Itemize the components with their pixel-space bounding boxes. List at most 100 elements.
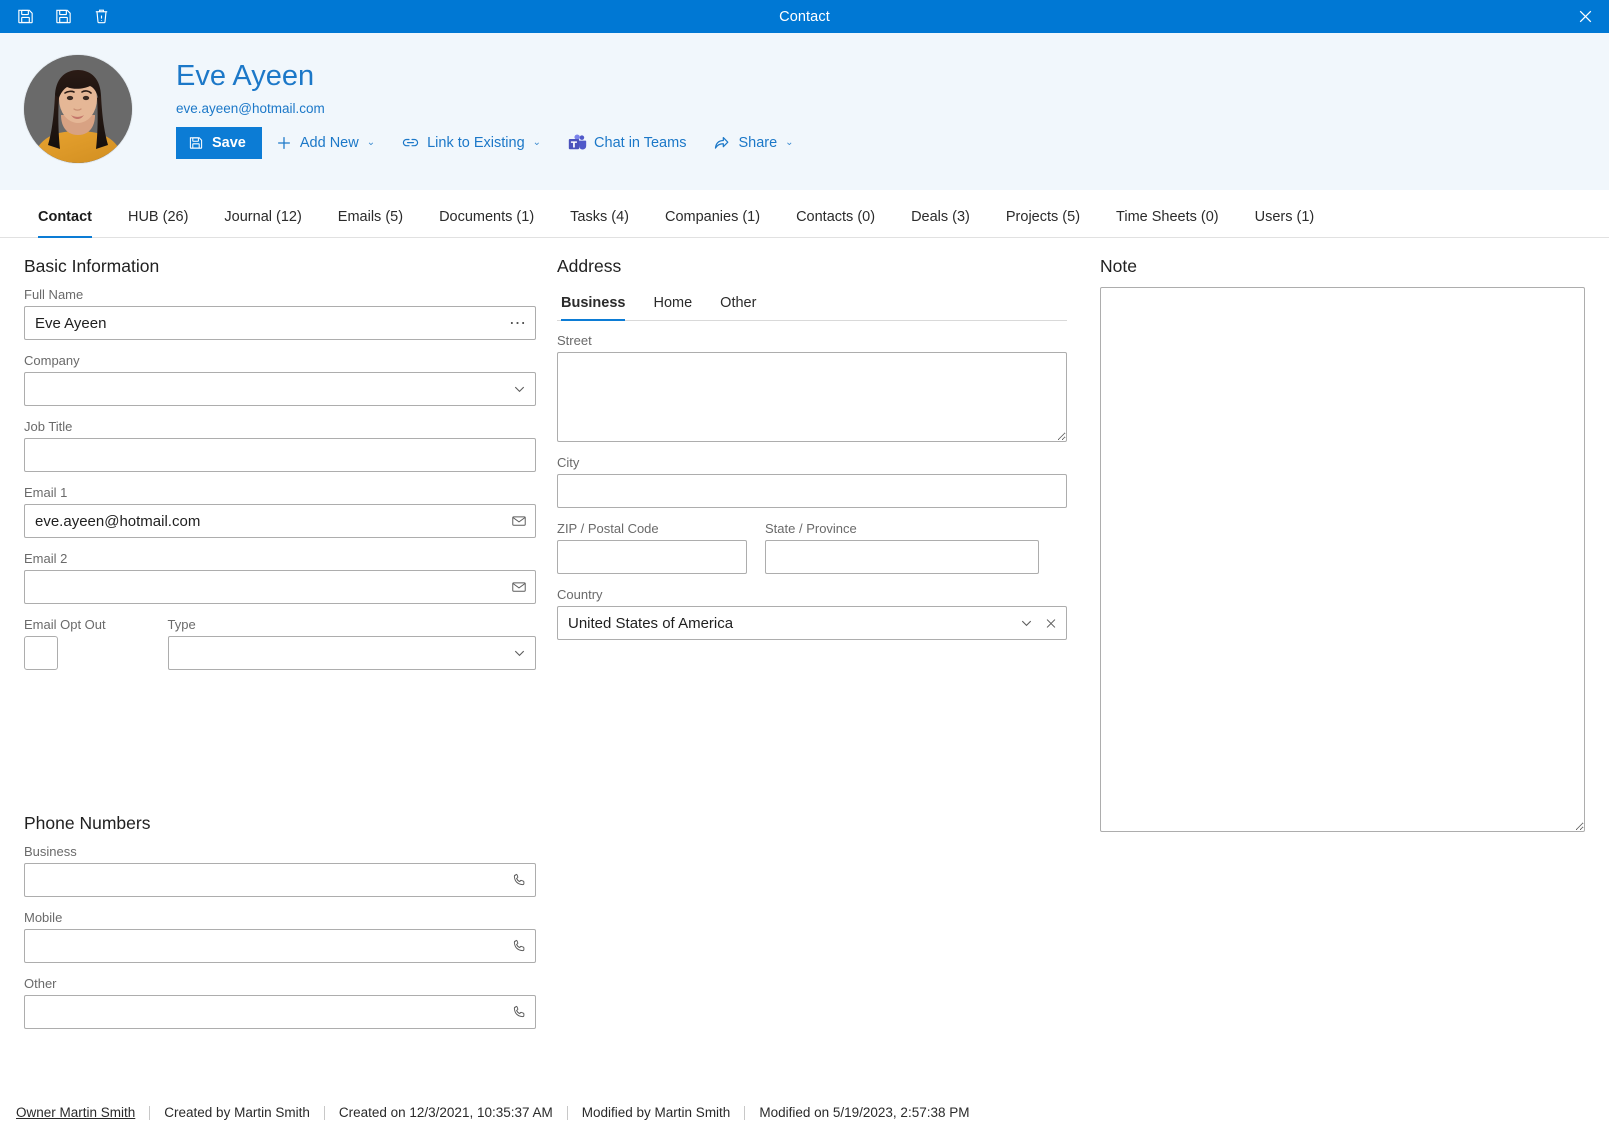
job-title-input[interactable] (24, 438, 536, 472)
add-new-label: Add New (299, 134, 359, 151)
zip-state-row: ZIP / Postal Code State / Province (557, 521, 1067, 587)
phone-numbers-section: Phone Numbers Business Mobile Other (24, 813, 536, 1042)
street-textarea[interactable] (557, 352, 1067, 442)
zip-label: ZIP / Postal Code (557, 521, 659, 536)
chat-in-teams-label: Chat in Teams (594, 134, 687, 151)
phone-business-label: Business (24, 844, 77, 859)
save-button[interactable]: Save (176, 126, 262, 159)
created-by-text: Created by Martin Smith (150, 1106, 325, 1120)
phone-other-label: Other (24, 976, 57, 991)
share-button[interactable]: Share ⌄ (699, 127, 806, 159)
phone-icon[interactable] (511, 1004, 527, 1020)
address-section: Address Business Home Other Street City … (557, 256, 1067, 832)
basic-information-title: Basic Information (24, 256, 160, 276)
tab-journal[interactable]: Journal (12) (206, 209, 319, 237)
tab-emails[interactable]: Emails (5) (320, 209, 421, 237)
tab-tasks[interactable]: Tasks (4) (552, 209, 647, 237)
full-name-more-options-icon[interactable]: ⋯ (509, 315, 527, 332)
tab-contact[interactable]: Contact (20, 209, 110, 238)
chevron-down-icon[interactable] (512, 382, 527, 397)
tab-deals[interactable]: Deals (3) (893, 209, 988, 237)
street-label: Street (557, 333, 592, 348)
mail-icon[interactable] (511, 579, 527, 595)
type-input[interactable] (167, 636, 536, 670)
save-button-label: Save (212, 134, 246, 151)
chevron-down-icon[interactable] (1019, 616, 1034, 631)
tab-hub[interactable]: HUB (26) (110, 209, 206, 237)
email1-field: Email 1 (24, 485, 536, 538)
delete-icon[interactable] (88, 4, 114, 30)
email-opt-out-checkbox[interactable] (24, 636, 58, 670)
street-field: Street (557, 333, 1067, 442)
save-icon[interactable] (50, 4, 76, 30)
note-textarea[interactable] (1100, 287, 1585, 832)
record-tabs: Contact HUB (26) Journal (12) Emails (5)… (0, 190, 1609, 238)
country-adornments (1019, 616, 1058, 631)
header-main: Eve Ayeen eve.ayeen@hotmail.com Save Add… (176, 55, 807, 159)
add-new-button[interactable]: Add New ⌄ (262, 127, 388, 159)
city-input[interactable] (557, 474, 1067, 508)
address-tab-other[interactable]: Other (706, 295, 770, 320)
email2-label: Email 2 (24, 551, 68, 566)
tab-companies[interactable]: Companies (1) (647, 209, 778, 237)
company-input[interactable] (24, 372, 536, 406)
email2-input[interactable] (24, 570, 536, 604)
country-label: Country (557, 587, 603, 602)
email1-label: Email 1 (24, 485, 68, 500)
email-opt-out-field: Email Opt Out (24, 617, 140, 670)
close-icon[interactable] (1561, 0, 1609, 33)
share-label: Share (738, 134, 778, 151)
teams-icon (567, 133, 587, 153)
clear-icon[interactable] (1044, 616, 1058, 630)
chat-in-teams-button[interactable]: Chat in Teams (554, 127, 699, 159)
tab-projects[interactable]: Projects (5) (988, 209, 1098, 237)
created-on-text: Created on 12/3/2021, 10:35:37 AM (325, 1106, 568, 1120)
owner-link[interactable]: Owner Martin Smith (16, 1106, 151, 1120)
city-label: City (557, 455, 580, 470)
address-tab-business[interactable]: Business (557, 295, 639, 321)
tab-documents[interactable]: Documents (1) (421, 209, 552, 237)
note-title: Note (1100, 256, 1137, 276)
link-to-existing-label: Link to Existing (427, 134, 525, 151)
contact-header: Eve Ayeen eve.ayeen@hotmail.com Save Add… (0, 33, 1609, 190)
email-opt-out-row: Email Opt Out Type (24, 617, 536, 670)
record-status-bar: Owner Martin Smith Created by Martin Smi… (0, 1094, 1609, 1132)
phone-other-input[interactable] (24, 995, 536, 1029)
email2-field: Email 2 (24, 551, 536, 604)
phone-mobile-field: Mobile (24, 910, 536, 963)
save-and-new-icon[interactable] (12, 4, 38, 30)
full-name-label: Full Name (24, 287, 84, 302)
phone-business-input[interactable] (24, 863, 536, 897)
company-field: Company (24, 353, 536, 406)
zip-input[interactable] (557, 540, 747, 574)
company-label: Company (24, 353, 80, 368)
modified-by-text: Modified by Martin Smith (568, 1106, 746, 1120)
chevron-down-icon: ⌄ (785, 137, 794, 149)
address-tab-home[interactable]: Home (639, 295, 706, 320)
phone-business-field: Business (24, 844, 536, 897)
tab-contacts[interactable]: Contacts (0) (778, 209, 893, 237)
phone-mobile-input[interactable] (24, 929, 536, 963)
modified-on-text: Modified on 5/19/2023, 2:57:38 PM (759, 1105, 970, 1121)
state-input[interactable] (765, 540, 1039, 574)
phone-icon[interactable] (511, 938, 527, 954)
type-label: Type (167, 617, 196, 632)
window-titlebar: Contact (0, 0, 1609, 33)
phone-numbers-title: Phone Numbers (24, 813, 151, 833)
phone-other-field: Other (24, 976, 536, 1029)
tab-users[interactable]: Users (1) (1237, 209, 1333, 237)
zip-field: ZIP / Postal Code (557, 521, 747, 574)
share-icon (712, 133, 731, 152)
full-name-input[interactable] (24, 306, 536, 340)
note-section: Note (1100, 256, 1585, 832)
link-to-existing-button[interactable]: Link to Existing ⌄ (388, 127, 554, 159)
phone-icon[interactable] (511, 872, 527, 888)
mail-icon[interactable] (511, 513, 527, 529)
chevron-down-icon[interactable] (512, 646, 527, 661)
job-title-label: Job Title (24, 419, 73, 434)
full-name-field: Full Name ⋯ (24, 287, 536, 340)
tab-time-sheets[interactable]: Time Sheets (0) (1098, 209, 1237, 237)
email1-input[interactable] (24, 504, 536, 538)
country-input[interactable] (557, 606, 1067, 640)
city-field: City (557, 455, 1067, 508)
